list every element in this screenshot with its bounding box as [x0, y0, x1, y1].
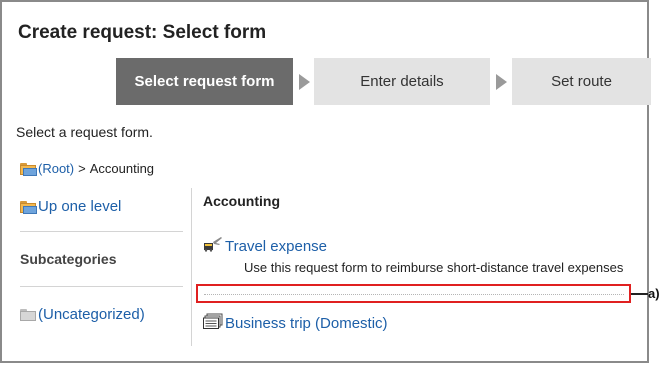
up-one-level-label[interactable]: Up one level — [38, 198, 121, 215]
sidebar-divider — [20, 231, 183, 232]
uncategorized-link[interactable]: (Uncategorized) — [20, 306, 145, 323]
form-description: Use this request form to reimburse short… — [244, 260, 624, 275]
column-divider — [191, 188, 192, 346]
breadcrumb-current: Accounting — [89, 161, 155, 176]
form-name-business-trip-domestic[interactable]: Business trip (Domestic) — [225, 315, 388, 332]
subcategories-heading: Subcategories — [20, 251, 117, 267]
breadcrumb-root-link[interactable]: (Root) — [38, 161, 74, 176]
page-title: Create request: Select form — [18, 22, 267, 43]
instruction-text: Select a request form. — [16, 124, 153, 140]
up-one-level-link[interactable]: Up one level — [20, 198, 121, 215]
form-item-travel-expense[interactable]: Travel expense — [203, 236, 327, 256]
annotation-label: a) — [648, 286, 660, 301]
category-title: Accounting — [203, 193, 280, 209]
step-set-route: Set route — [512, 58, 651, 105]
folder-up-icon — [20, 200, 37, 214]
form-stack-icon — [203, 313, 223, 333]
uncategorized-label[interactable]: (Uncategorized) — [38, 306, 145, 323]
form-name-travel-expense[interactable]: Travel expense — [225, 238, 327, 255]
folder-icon — [20, 162, 37, 176]
form-item-business-trip-domestic[interactable]: Business trip (Domestic) — [203, 313, 388, 333]
sidebar-divider — [20, 286, 183, 287]
step-enter-details: Enter details — [314, 58, 490, 105]
annotation-highlight-box — [196, 284, 631, 303]
annotation-callout-line — [631, 293, 648, 295]
step-arrow-icon — [299, 74, 310, 90]
folder-icon — [20, 308, 36, 321]
breadcrumb: (Root) > Accounting — [20, 161, 154, 176]
step-select-request-form: Select request form — [116, 58, 293, 105]
breadcrumb-separator: > — [78, 161, 86, 176]
travel-icon — [203, 236, 223, 256]
step-arrow-icon — [496, 74, 507, 90]
